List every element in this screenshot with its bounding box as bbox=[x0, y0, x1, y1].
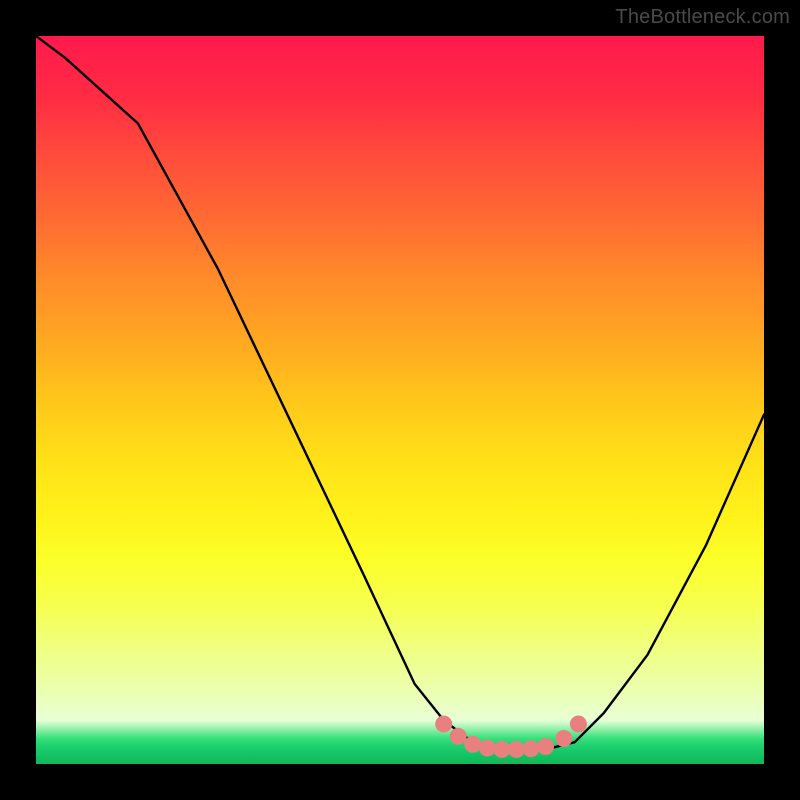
highlight-dot bbox=[555, 730, 572, 747]
chart-svg bbox=[36, 36, 764, 764]
highlight-dot bbox=[570, 716, 587, 733]
highlight-dot bbox=[464, 736, 481, 753]
highlight-dot bbox=[493, 741, 510, 758]
curve-line bbox=[36, 36, 764, 749]
plot-area bbox=[36, 36, 764, 764]
highlight-dot bbox=[508, 741, 525, 758]
highlight-dot bbox=[435, 716, 452, 733]
highlight-dot bbox=[537, 738, 554, 755]
highlight-dot bbox=[523, 740, 540, 757]
watermark-text: TheBottleneck.com bbox=[615, 6, 790, 29]
highlight-dots-group bbox=[435, 716, 587, 758]
highlight-dot bbox=[479, 740, 496, 757]
highlight-dot bbox=[450, 728, 467, 745]
chart-frame: TheBottleneck.com bbox=[0, 0, 800, 800]
